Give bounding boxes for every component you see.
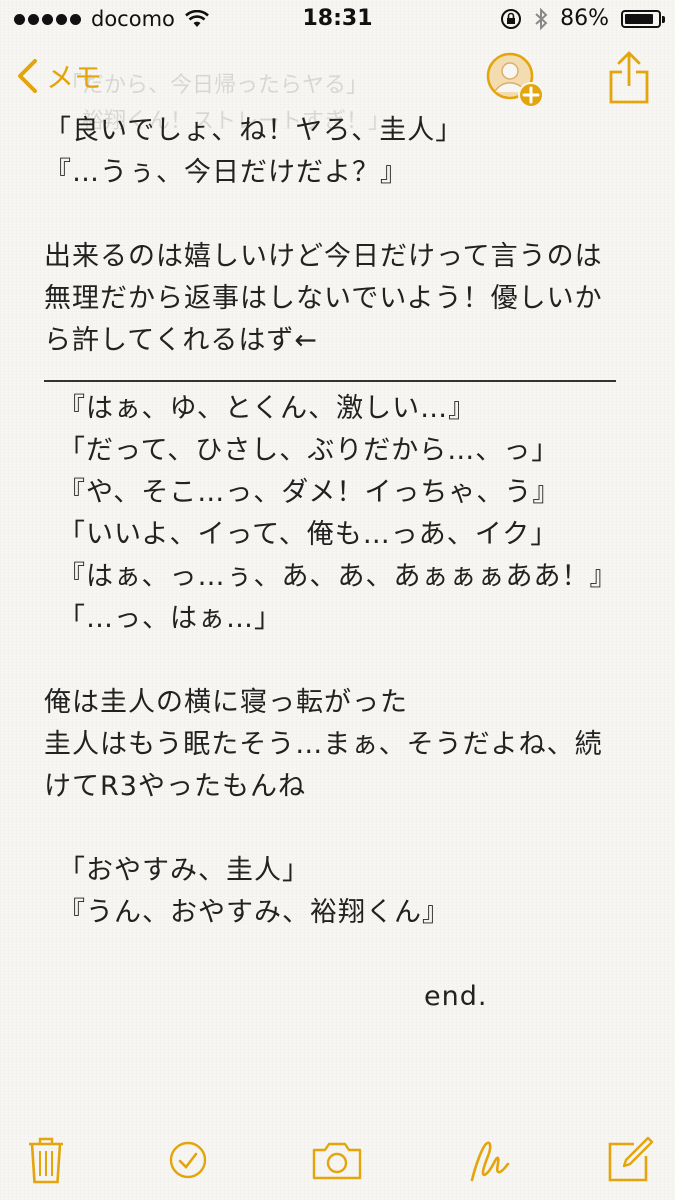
back-button[interactable]: メモ bbox=[16, 56, 102, 96]
navigation-bar: 「だから、今日帰ったらヤる」 裕翔くん！ストレートすぎ！」 メモ bbox=[0, 40, 675, 134]
note-body[interactable]: 「良いでしょ、ね！ヤろ、圭人」 『…うぅ、今日だけだよ？』 出来るのは嬉しいけど… bbox=[44, 110, 634, 1018]
horizontal-divider bbox=[44, 380, 616, 382]
compose-button[interactable] bbox=[604, 1134, 656, 1186]
note-line: 『はぁ、ゆ、とくん、激しい…』 bbox=[58, 393, 477, 424]
back-button-label: メモ bbox=[46, 61, 103, 94]
note-line: 俺は圭人の横に寝っ転がった bbox=[44, 687, 408, 718]
note-line: 出来るのは嬉しいけど今日だけって言うのは bbox=[44, 241, 603, 272]
compose-icon bbox=[608, 1136, 654, 1182]
note-line: 『うん、おやすみ、裕翔くん』 bbox=[58, 897, 450, 928]
note-line: 「良いでしょ、ね！ヤろ、圭人」 bbox=[44, 115, 464, 146]
sketch-button[interactable] bbox=[462, 1134, 514, 1186]
ghost-line: 「だから、今日帰ったらヤる」 bbox=[60, 73, 369, 98]
note-line: 『はぁ、っ…ぅ、あ、あ、あぁぁぁああ！』 bbox=[58, 561, 618, 592]
add-people-button[interactable] bbox=[484, 50, 544, 110]
share-icon bbox=[609, 51, 649, 104]
bluetooth-icon bbox=[535, 7, 548, 30]
camera-icon bbox=[312, 1142, 362, 1180]
sketch-icon bbox=[470, 1141, 510, 1182]
note-line: 『…うぅ、今日だけだよ？』 bbox=[44, 157, 408, 188]
note-line: 「いいよ、イって、俺も…っあ、イク」 bbox=[58, 519, 559, 550]
camera-button[interactable] bbox=[310, 1134, 362, 1186]
note-line: ら許してくれるはず← bbox=[44, 325, 319, 356]
battery-icon bbox=[621, 9, 665, 28]
note-line: 「おやすみ、圭人」 bbox=[58, 855, 310, 886]
end-text: end. bbox=[424, 981, 488, 1012]
share-button[interactable] bbox=[606, 50, 652, 106]
battery-level-fill bbox=[625, 13, 653, 24]
chevron-left-icon bbox=[18, 59, 37, 93]
status-bar: docomo 18:31 86% bbox=[0, 0, 675, 38]
note-line: けてR3やったもんね bbox=[44, 771, 306, 802]
trash-icon bbox=[29, 1137, 63, 1184]
orientation-lock-icon bbox=[501, 8, 522, 29]
add-contact-icon bbox=[486, 52, 544, 108]
status-right: 86% bbox=[500, 6, 665, 31]
note-line: 『や、そこ…っ、ダメ！イっちゃ、う』 bbox=[58, 477, 561, 508]
delete-button[interactable] bbox=[20, 1134, 72, 1186]
note-line: 圭人はもう眠たそう…まぁ、そうだよね、続 bbox=[44, 729, 603, 760]
battery-percent: 86% bbox=[560, 6, 609, 31]
checkmark-circle-icon bbox=[169, 1141, 207, 1179]
note-line: 「…っ、はぁ…」 bbox=[58, 603, 282, 634]
checklist-button[interactable] bbox=[162, 1134, 214, 1186]
note-line: 無理だから返事はしないでいよう！優しいか bbox=[44, 283, 603, 314]
bottom-toolbar bbox=[0, 1130, 675, 1190]
note-line: 「だって、ひさし、ぶりだから…、っ」 bbox=[58, 435, 560, 466]
